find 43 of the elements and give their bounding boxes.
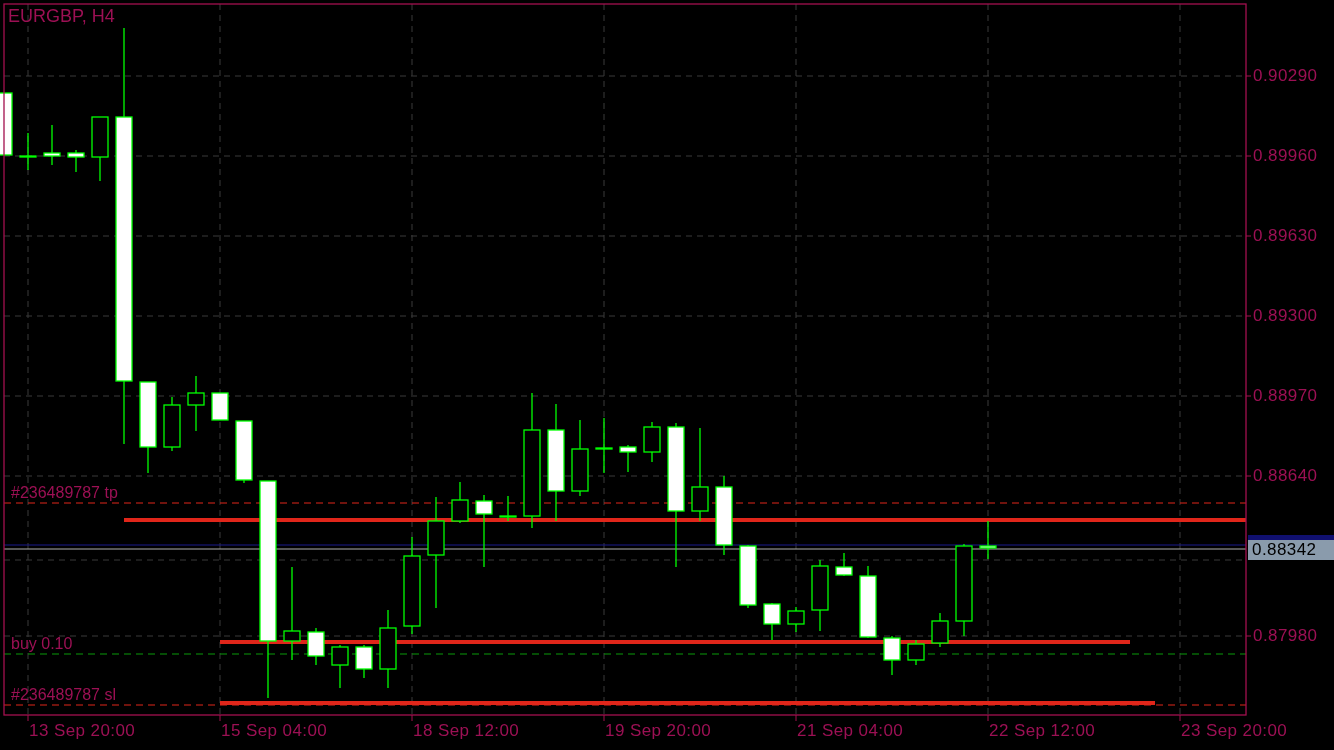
candlestick: [307, 627, 325, 666]
candlestick: [43, 124, 61, 166]
candlestick: [787, 606, 805, 633]
price-axis-label: 0.87980: [1253, 627, 1318, 644]
price-axis-label: 0.89630: [1253, 227, 1318, 244]
candlestick: [595, 417, 613, 474]
candlestick: [643, 421, 661, 463]
price-axis-label: 0.88640: [1253, 467, 1318, 484]
candlestick: [331, 644, 349, 689]
candlestick: [67, 149, 85, 173]
candlestick: [835, 552, 853, 577]
time-axis-label: 15 Sep 04:00: [221, 722, 328, 739]
candlestick: [739, 544, 757, 609]
chart-title: EURGBP, H4: [8, 7, 115, 25]
time-axis-label: 21 Sep 04:00: [797, 722, 904, 739]
time-axis-label: 19 Sep 20:00: [605, 722, 712, 739]
candlestick: [163, 396, 181, 452]
candlestick: [931, 612, 949, 648]
time-axis-label: 23 Sep 20:00: [1181, 722, 1288, 739]
candlestick: [979, 520, 997, 560]
price-axis-label: 0.90290: [1253, 67, 1318, 84]
price-tag: 0.88342: [1248, 540, 1334, 560]
candlestick: [883, 635, 901, 676]
time-axis-label: 18 Sep 12:00: [413, 722, 520, 739]
time-axis-label: 22 Sep 12:00: [989, 722, 1096, 739]
candlestick: [211, 392, 229, 421]
time-axis-label: 13 Sep 20:00: [29, 722, 136, 739]
order-label: buy 0.10: [11, 636, 73, 652]
price-axis-label: 0.88970: [1253, 387, 1318, 404]
candlestick: [907, 639, 925, 666]
candlestick: [763, 602, 781, 641]
candlestick: [355, 644, 373, 679]
candlestick: [91, 116, 109, 182]
price-axis-label: 0.89300: [1253, 307, 1318, 324]
candlestick: [187, 375, 205, 432]
candlestick: [235, 420, 253, 484]
order-label: #236489787 sl: [11, 687, 116, 703]
price-axis-label: 0.89960: [1253, 147, 1318, 164]
candlestick: [499, 495, 517, 522]
candlestick: [19, 132, 37, 171]
candlestick: [619, 444, 637, 473]
candlestick: [451, 481, 469, 524]
order-label: #236489787 tp: [11, 485, 118, 501]
